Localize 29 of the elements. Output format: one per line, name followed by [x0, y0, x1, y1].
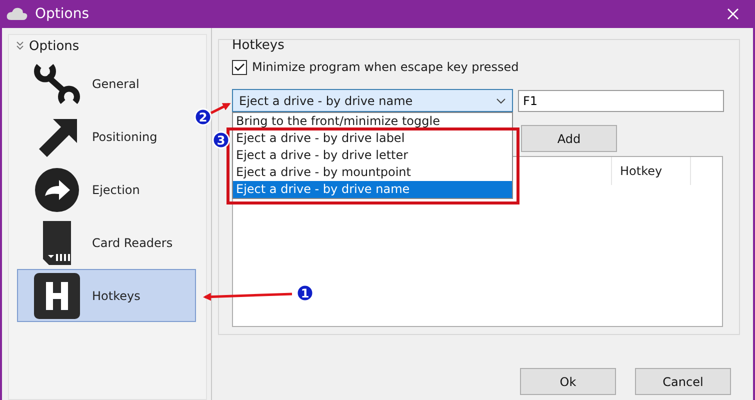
column-header[interactable]: Hotkey [612, 157, 691, 185]
sidebar-item[interactable]: Hotkeys [17, 269, 196, 322]
close-icon[interactable] [727, 8, 739, 20]
dropdown-option[interactable]: Eject a drive - by drive label [233, 130, 512, 147]
dropdown-option[interactable]: Eject a drive - by drive letter [233, 147, 512, 164]
sidebar-item[interactable]: General [17, 57, 196, 110]
dialog-button[interactable]: Cancel [635, 368, 731, 395]
dropdown-option[interactable]: Bring to the front/minimize toggle [233, 113, 512, 130]
group-title: Hotkeys [232, 38, 286, 55]
window-title: Options [35, 6, 90, 22]
letter-h-icon [33, 272, 81, 320]
hotkey-field[interactable]: F1 [518, 90, 724, 112]
dialog-button[interactable]: Ok [520, 368, 616, 395]
sidebar-item[interactable]: Positioning [17, 110, 196, 163]
sidebar-header: Options [29, 38, 80, 54]
step-badge: 3 [212, 131, 230, 149]
arrow-circle-icon [33, 166, 81, 214]
action-dropdown[interactable]: Eject a drive - by drive name [232, 89, 513, 112]
dropdown-option[interactable]: Eject a drive - by drive name [233, 181, 512, 198]
cloud-icon [6, 7, 28, 21]
sidebar-item[interactable]: Card Readers [17, 216, 196, 269]
collapse-icon[interactable] [15, 41, 25, 51]
sidebar-item[interactable]: Ejection [17, 163, 196, 216]
add-button[interactable]: Add [521, 125, 617, 152]
dropdown-option[interactable]: Eject a drive - by mountpoint [233, 164, 512, 181]
checkbox[interactable] [232, 60, 247, 74]
checkbox-label: Minimize program when escape key pressed [252, 60, 519, 74]
callout-arrow [210, 102, 231, 114]
chevron-icon [496, 98, 506, 104]
